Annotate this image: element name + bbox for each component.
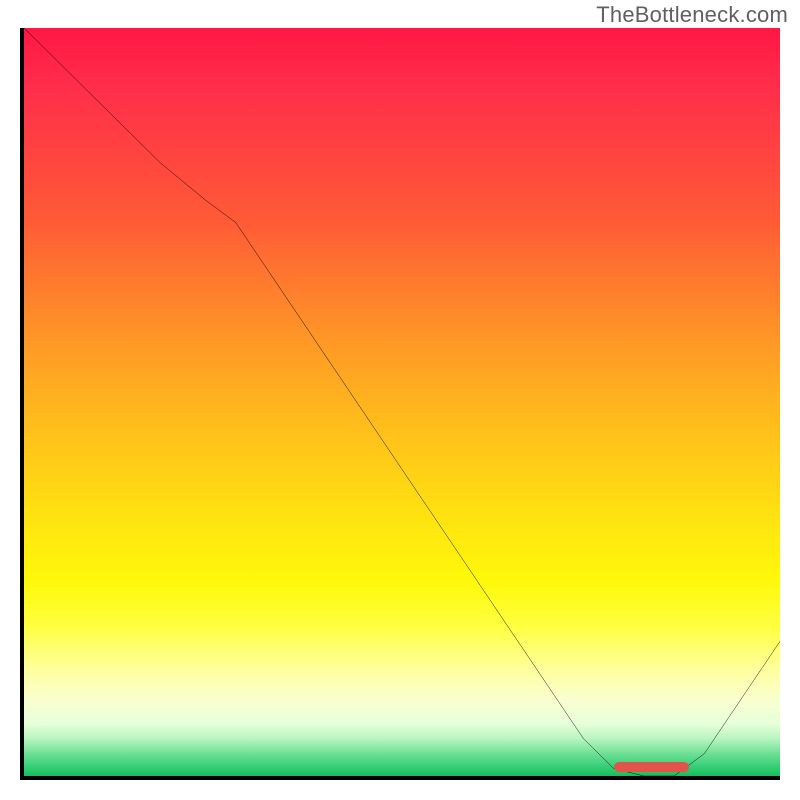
bottleneck-curve	[24, 28, 780, 776]
chart-container: TheBottleneck.com	[0, 0, 800, 800]
optimal-marker	[614, 762, 690, 772]
plot-area	[20, 28, 780, 780]
watermark-text: TheBottleneck.com	[596, 2, 788, 28]
